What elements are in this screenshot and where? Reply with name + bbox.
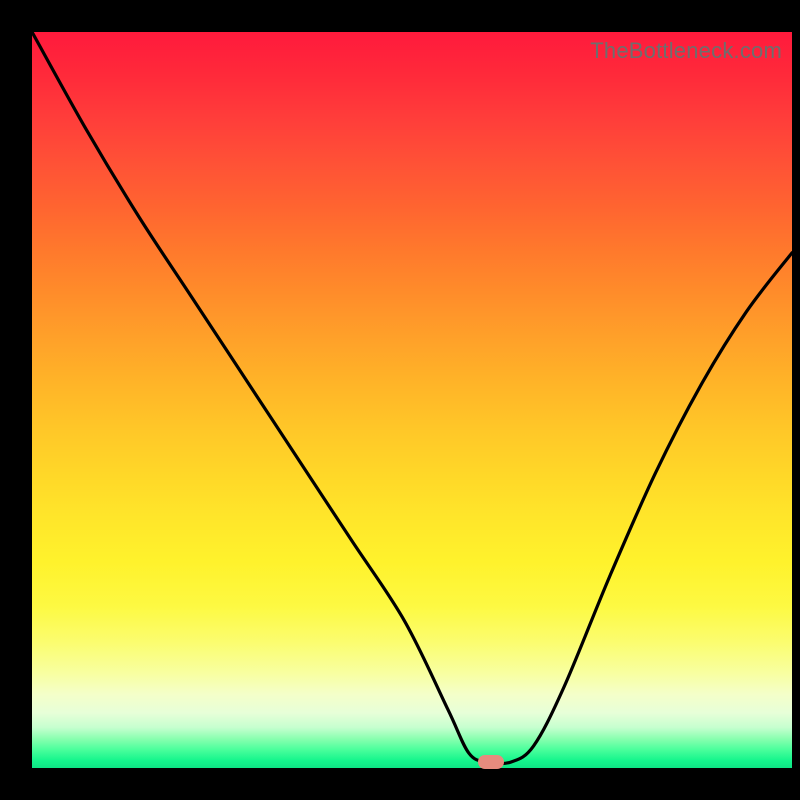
optimal-point-marker — [478, 755, 504, 769]
plot-area: TheBottleneck.com — [32, 32, 792, 768]
bottleneck-curve — [32, 32, 792, 768]
curve-path — [32, 32, 792, 764]
chart-frame: TheBottleneck.com — [0, 0, 800, 800]
